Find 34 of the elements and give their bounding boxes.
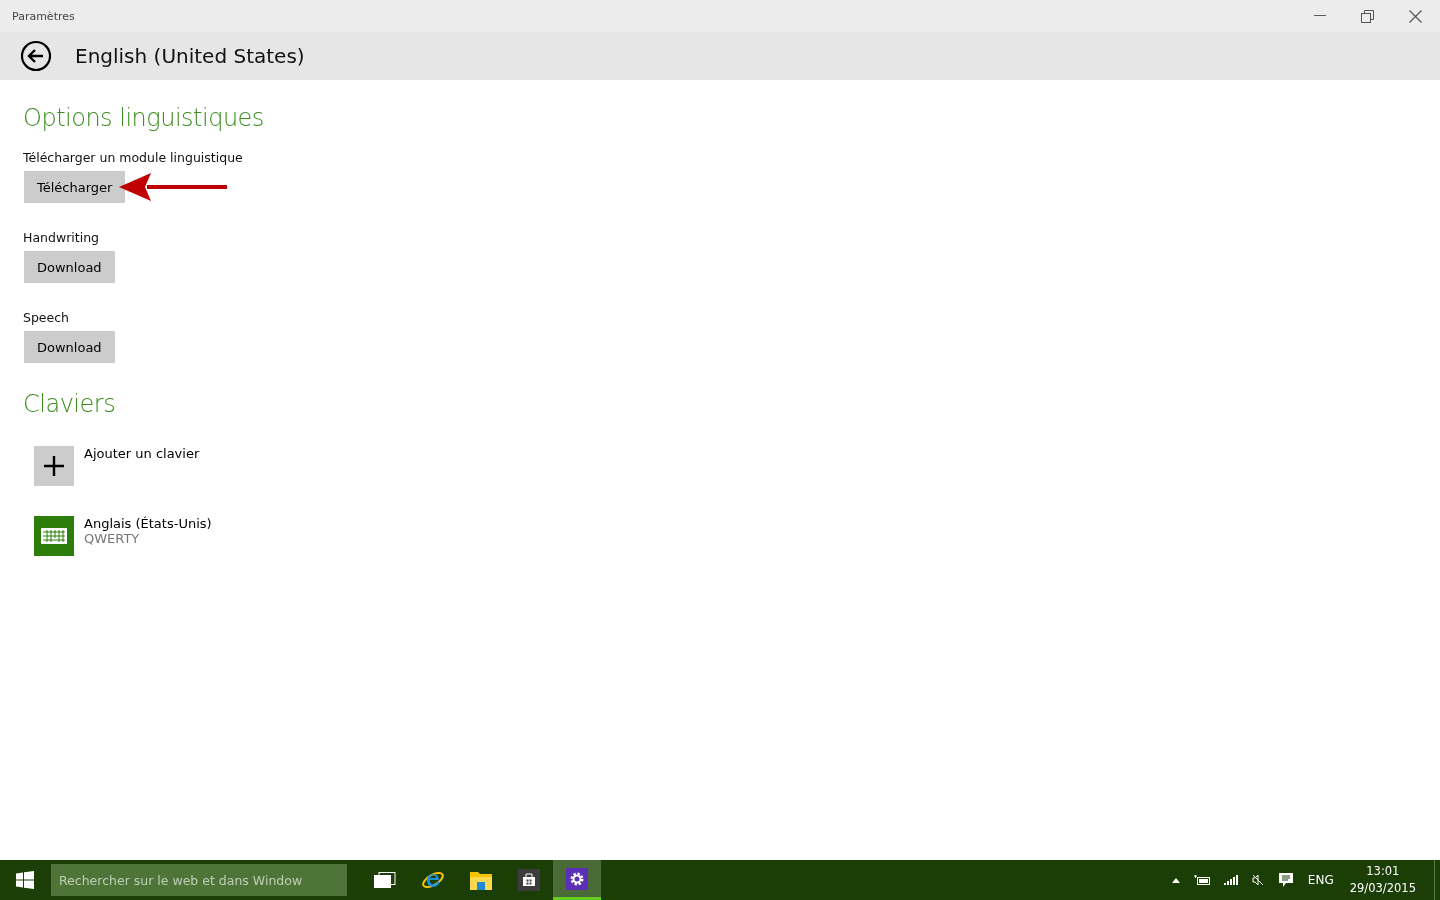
signal-bars-icon[interactable] xyxy=(1223,875,1238,885)
muted-speaker-icon[interactable] xyxy=(1251,874,1264,886)
battery-icon[interactable] xyxy=(1193,875,1210,885)
download-button[interactable]: Download xyxy=(24,331,115,363)
folder-icon xyxy=(470,870,492,890)
add-keyboard-button[interactable] xyxy=(34,446,74,486)
input-language[interactable]: ENG xyxy=(1307,873,1334,887)
clock-date[interactable]: 29/03/2015 xyxy=(1349,880,1416,897)
caret-up-icon[interactable] xyxy=(1171,877,1180,883)
taskbar-app[interactable] xyxy=(553,860,601,900)
task-view-icon xyxy=(374,872,396,888)
download-button[interactable]: Download xyxy=(24,251,115,283)
option-label: Handwriting xyxy=(23,230,100,245)
windows-logo-icon[interactable] xyxy=(16,871,34,889)
plus-icon xyxy=(44,456,64,476)
close-icon[interactable] xyxy=(1409,9,1422,23)
restore-icon[interactable] xyxy=(1361,9,1374,23)
keyboard-name[interactable]: Anglais (États-Unis) xyxy=(84,516,212,531)
gear-icon xyxy=(566,867,588,890)
keyboard-icon[interactable] xyxy=(34,516,74,556)
page-title: English (United States) xyxy=(75,44,305,68)
minimize-icon[interactable] xyxy=(1314,15,1326,17)
window-title: Paramètres xyxy=(12,9,75,23)
section-heading: Options linguistiques xyxy=(23,104,265,132)
clock-time[interactable]: 13:01 xyxy=(1366,863,1400,880)
option-label: Speech xyxy=(23,310,71,325)
search-field[interactable]: Rechercher sur le web et dans Window xyxy=(51,864,347,896)
shopping-bag-icon xyxy=(518,869,540,891)
option-label: Télécharger un module linguistique xyxy=(23,150,244,165)
keyboard-layout: QWERTY xyxy=(84,531,141,546)
download-button[interactable]: Télécharger xyxy=(24,171,126,203)
message-icon[interactable] xyxy=(1277,872,1294,888)
keyboard-name[interactable]: Ajouter un clavier xyxy=(84,446,200,461)
section-heading: Claviers xyxy=(23,390,117,418)
